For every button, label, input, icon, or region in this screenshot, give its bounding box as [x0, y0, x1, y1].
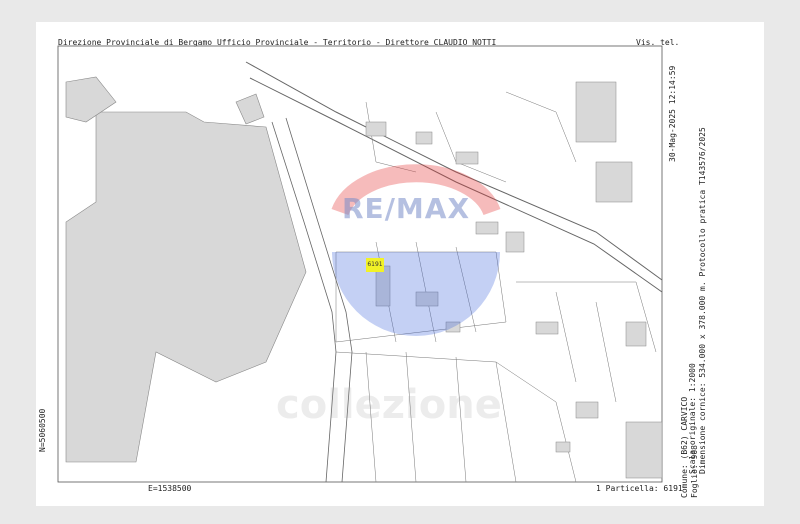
industrial-building [65, 111, 307, 463]
date-line: 30-Mag-2025 12:14:59 [668, 65, 677, 162]
north-coordinate: N=5060500 [38, 408, 47, 452]
comune-info: Comune: (B62) CARVICO Foglio: 908 [680, 397, 700, 498]
cadastral-sheet: Direzione Provinciale di Bergamo Ufficio… [36, 22, 764, 506]
remax-logo-text: RE/MAX [342, 192, 471, 225]
comune-line: Comune: (B62) CARVICO [680, 396, 689, 498]
date-info: 30-Mag-2025 12:14:59 [668, 66, 678, 162]
balloon-blue [332, 252, 500, 336]
particella-label: 1 Particella: 6191 [596, 484, 683, 493]
highlighted-parcel: 6191 [366, 258, 384, 272]
cadastral-map [57, 45, 663, 483]
watermark: collezione [276, 382, 502, 428]
building [235, 93, 265, 125]
foglio-line: Foglio: 908 [690, 445, 699, 498]
east-coordinate: E=1538500 [148, 484, 192, 493]
